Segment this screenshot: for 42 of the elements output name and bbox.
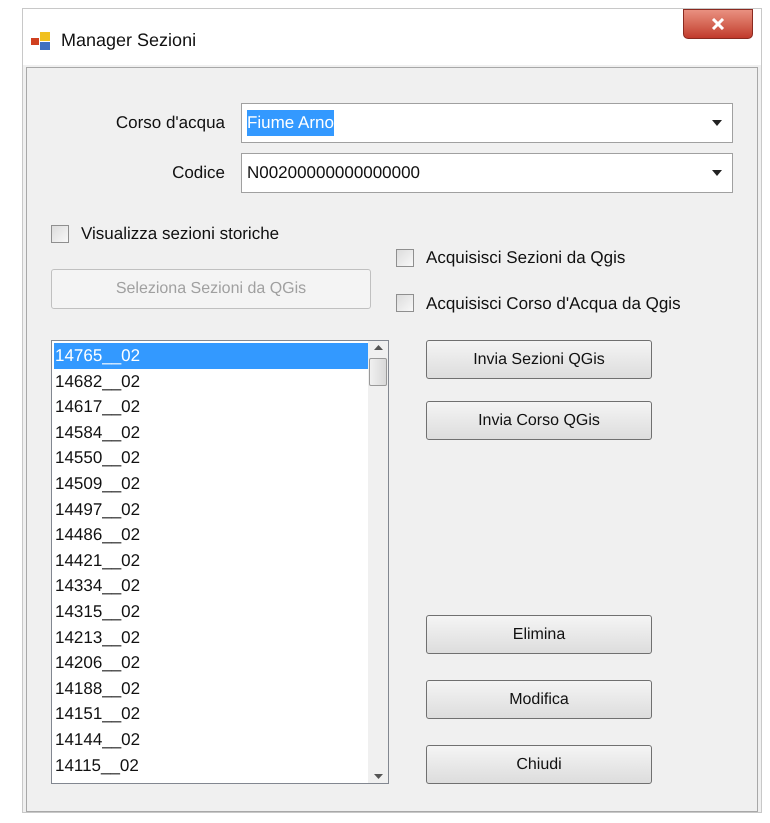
action-button[interactable]: Elimina (426, 615, 652, 654)
list-item[interactable]: 14486__02 (54, 522, 368, 548)
checkbox[interactable] (51, 224, 69, 243)
scroll-thumb[interactable] (369, 358, 387, 386)
scroll-down-icon[interactable] (374, 774, 382, 779)
action-button[interactable]: Invia Sezioni QGis (426, 340, 652, 379)
combo-box[interactable]: N00200000000000000 (241, 153, 733, 193)
list-item[interactable]: 14315__02 (54, 598, 368, 625)
list-item[interactable]: 14334__02 (54, 573, 368, 599)
list-item[interactable]: 14550__02 (54, 445, 368, 471)
checkbox-label: Acquisisci Corso d'Acqua da Qgis (426, 292, 681, 314)
list-item[interactable]: 14617__02 (54, 394, 368, 420)
dropdown-arrow-icon (712, 120, 722, 126)
checkbox-label: Visualizza sezioni storiche (81, 223, 280, 245)
combo-value: N00200000000000000 (247, 162, 420, 184)
scroll-up-icon[interactable] (374, 345, 382, 350)
field-label: Corso d'acqua (114, 112, 226, 134)
action-button[interactable]: Invia Corso QGis (426, 401, 652, 440)
close-button[interactable] (683, 9, 753, 39)
list-item[interactable]: 14151__02 (54, 701, 368, 727)
checkbox[interactable] (396, 248, 414, 267)
list-item[interactable]: 14144__02 (54, 726, 368, 752)
combo-value: Fiume Arno (247, 110, 334, 136)
list-item[interactable]: 14213__02 (54, 624, 368, 650)
list-item[interactable]: 14115__02 (54, 752, 368, 778)
list-item[interactable]: 14584__02 (54, 420, 368, 446)
list-item[interactable]: 14497__02 (54, 496, 368, 522)
list-item[interactable]: 14509__02 (54, 470, 368, 497)
checkbox-label: Acquisisci Sezioni da Qgis (426, 247, 626, 269)
list-item[interactable]: 14206__02 (54, 650, 368, 676)
window-icon (31, 32, 51, 50)
dropdown-arrow-icon (712, 170, 722, 176)
list-item[interactable]: 14421__02 (54, 548, 368, 574)
action-button[interactable]: Modifica (426, 680, 652, 719)
field-label: Codice (171, 162, 226, 184)
list-item[interactable]: 14682__02 (54, 368, 368, 394)
close-icon (711, 18, 725, 30)
list-item[interactable]: 14188__02 (54, 676, 368, 702)
action-button[interactable]: Chiudi (426, 745, 652, 784)
scrollbar[interactable] (368, 341, 388, 783)
window-title: Manager Sezioni (61, 29, 196, 52)
checkbox[interactable] (396, 294, 414, 312)
